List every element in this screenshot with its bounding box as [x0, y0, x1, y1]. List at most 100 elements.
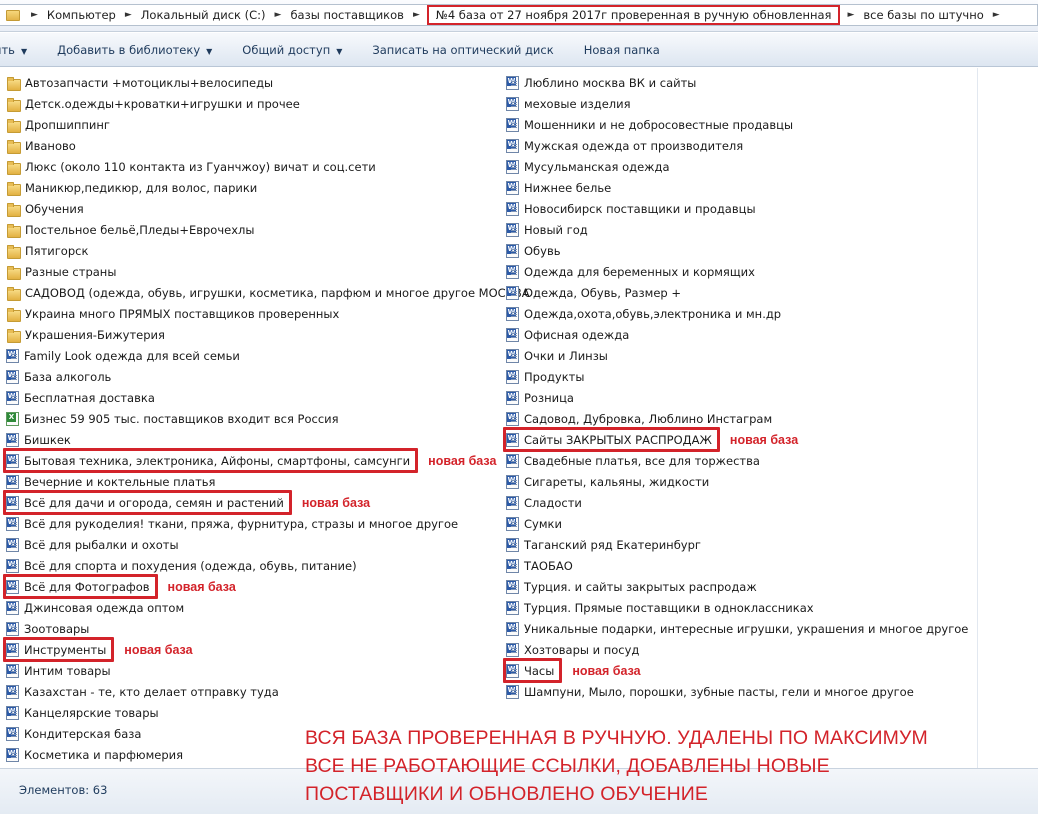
word-file-icon [506, 579, 519, 594]
file-item[interactable]: База алкоголь [6, 366, 530, 387]
file-item[interactable]: Мошенники и не добросовестные продавцы [506, 114, 968, 135]
file-item[interactable]: ТАОБАО [506, 555, 968, 576]
folder-item[interactable]: Дропшиппинг [6, 114, 530, 135]
file-item[interactable]: Очки и Линзы [506, 345, 968, 366]
file-item[interactable]: Новый год [506, 219, 968, 240]
word-file-icon [506, 159, 519, 174]
file-item[interactable]: Бытовая техника, электроника, Айфоны, см… [3, 448, 530, 473]
word-file-icon [506, 117, 519, 132]
file-item[interactable]: Одежда, Обувь, Размер + [506, 282, 968, 303]
file-item[interactable]: Одежда,охота,обувь,электроника и мн.др [506, 303, 968, 324]
folder-item[interactable]: Разные страны [6, 261, 530, 282]
file-item[interactable]: Турция. Прямые поставщики в одноклассник… [506, 597, 968, 618]
folder-item[interactable]: Пятигорск [6, 240, 530, 261]
new-folder-button[interactable]: Новая папка [584, 43, 660, 57]
file-item[interactable]: Офисная одежда [506, 324, 968, 345]
chevron-right-icon[interactable]: ► [847, 10, 854, 20]
file-item[interactable]: Таганский ряд Екатеринбург [506, 534, 968, 555]
breadcrumb-suppliers[interactable]: базы поставщиков [288, 8, 405, 22]
breadcrumb-base-4[interactable]: №4 база от 27 ноября 2017г проверенная в… [426, 5, 841, 25]
chevron-right-icon[interactable]: ► [125, 10, 132, 20]
file-item[interactable]: меховые изделия [506, 93, 968, 114]
folder-item[interactable]: Автозапчасти +мотоциклы+велосипеды [6, 72, 530, 93]
file-item[interactable]: Бесплатная доставка [6, 387, 530, 408]
folder-item[interactable]: Украшения-Бижутерия [6, 324, 530, 345]
file-item[interactable]: Джинсовая одежда оптом [6, 597, 530, 618]
file-item[interactable]: Обувь [506, 240, 968, 261]
chevron-down-icon: ▼ [206, 46, 213, 56]
file-item[interactable]: Бизнес 59 905 тыс. поставщиков входит вс… [6, 408, 530, 429]
file-item[interactable]: Одежда для беременных и кормящих [506, 261, 968, 282]
file-item[interactable]: Казахстан - те, кто делает отправку туда [6, 681, 530, 702]
organize-button[interactable]: ить▼ [0, 43, 27, 57]
word-file-icon [506, 75, 519, 90]
file-item[interactable]: Часы новая база [503, 658, 968, 683]
file-item[interactable]: Family Look одежда для всей семьи [6, 345, 530, 366]
file-item[interactable]: Всё для спорта и похудения (одежда, обув… [6, 555, 530, 576]
folder-item[interactable]: Обучения [6, 198, 530, 219]
file-item[interactable]: Инструменты новая база [3, 637, 530, 662]
item-label: Казахстан - те, кто делает отправку туда [24, 684, 279, 699]
file-item[interactable]: Мусульманская одежда [506, 156, 968, 177]
item-label: Маникюр,педикюр, для волос, парики [25, 180, 258, 195]
folder-item[interactable]: Люкс (около 110 контакта из Гуанчжоу) ви… [6, 156, 530, 177]
file-item[interactable]: Вечерние и коктельные платья [6, 471, 530, 492]
folder-item[interactable]: САДОВОД (одежда, обувь, игрушки, космети… [6, 282, 530, 303]
file-item[interactable]: Новосибирск поставщики и продавцы [506, 198, 968, 219]
breadcrumb-computer[interactable]: Компьютер [45, 8, 118, 22]
file-item[interactable]: Мужская одежда от производителя [506, 135, 968, 156]
file-item[interactable]: Сладости [506, 492, 968, 513]
word-file-icon [6, 621, 19, 636]
file-item[interactable]: Зоотовары [6, 618, 530, 639]
folder-item[interactable]: Маникюр,педикюр, для волос, парики [6, 177, 530, 198]
item-label: Всё для рукоделия! ткани, пряжа, фурниту… [24, 516, 459, 531]
breadcrumb-all-bases[interactable]: все базы по штучно [861, 8, 985, 22]
file-item[interactable]: Люблино москва ВК и сайты [506, 72, 968, 93]
item-label: База алкоголь [24, 369, 112, 384]
file-item[interactable]: Хозтовары и посуд [506, 639, 968, 660]
file-item[interactable]: Бишкек [6, 429, 530, 450]
folder-item[interactable]: Постельное бельё,Пледы+Еврочехлы [6, 219, 530, 240]
folder-item[interactable]: Детск.одежды+кроватки+игрушки и прочее [6, 93, 530, 114]
new-base-tag: новая база [428, 453, 497, 468]
chevron-right-icon[interactable]: ► [31, 10, 38, 20]
file-item[interactable]: Сигареты, кальяны, жидкости [506, 471, 968, 492]
item-label: Бытовая техника, электроника, Айфоны, см… [24, 453, 411, 468]
add-to-library-button[interactable]: Добавить в библиотеку ▼ [57, 43, 212, 57]
address-bar: ► Компьютер ► Локальный диск (C:) ► базы… [0, 0, 1038, 32]
word-file-icon [6, 747, 19, 762]
file-item[interactable]: Садовод, Дубровка, Люблино Инстаграм [506, 408, 968, 429]
breadcrumb-local-disk[interactable]: Локальный диск (C:) [139, 8, 268, 22]
file-item[interactable]: Всё для Фотографов новая база [3, 574, 530, 599]
file-item[interactable]: Канцелярские товары [6, 702, 530, 723]
folder-item[interactable]: Иваново [6, 135, 530, 156]
chevron-right-icon[interactable]: ► [275, 10, 282, 20]
word-file-icon [506, 453, 519, 468]
file-item[interactable]: Шампуни, Мыло, порошки, зубные пасты, ге… [506, 681, 968, 702]
file-item[interactable]: Свадебные платья, все для торжества [506, 450, 968, 471]
word-file-icon [6, 558, 19, 573]
item-label: Хозтовары и посуд [524, 642, 640, 657]
file-item[interactable]: Интим товары [6, 660, 530, 681]
chevron-right-icon[interactable]: ► [993, 10, 1000, 20]
file-item[interactable]: Всё для рыбалки и охоты [6, 534, 530, 555]
file-item[interactable]: Сайты ЗАКРЫТЫХ РАСПРОДАЖ новая база [503, 427, 968, 452]
file-item[interactable]: Продукты [506, 366, 968, 387]
share-button[interactable]: Общий доступ ▼ [242, 43, 342, 57]
file-item[interactable]: Розница [506, 387, 968, 408]
word-file-icon [506, 621, 519, 636]
file-item[interactable]: Турция. и сайты закрытых распродаж [506, 576, 968, 597]
item-label: Обувь [524, 243, 561, 258]
file-item[interactable]: Всё для рукоделия! ткани, пряжа, фурниту… [6, 513, 530, 534]
burn-disc-button[interactable]: Записать на оптический диск [372, 43, 553, 57]
address-field[interactable]: ► Компьютер ► Локальный диск (C:) ► базы… [0, 4, 1038, 26]
chevron-right-icon[interactable]: ► [413, 10, 420, 20]
file-item[interactable]: Уникальные подарки, интересные игрушки, … [506, 618, 968, 639]
folder-item[interactable]: Украина много ПРЯМЫХ поставщиков провере… [6, 303, 530, 324]
item-label: Свадебные платья, все для торжества [524, 453, 760, 468]
file-item[interactable]: Сумки [506, 513, 968, 534]
file-item[interactable]: Всё для дачи и огорода, семян и растений… [3, 490, 530, 515]
command-bar: ить▼ Добавить в библиотеку▼ Общий доступ… [0, 33, 1038, 67]
item-label: Пятигорск [25, 243, 89, 258]
file-item[interactable]: Нижнее белье [506, 177, 968, 198]
